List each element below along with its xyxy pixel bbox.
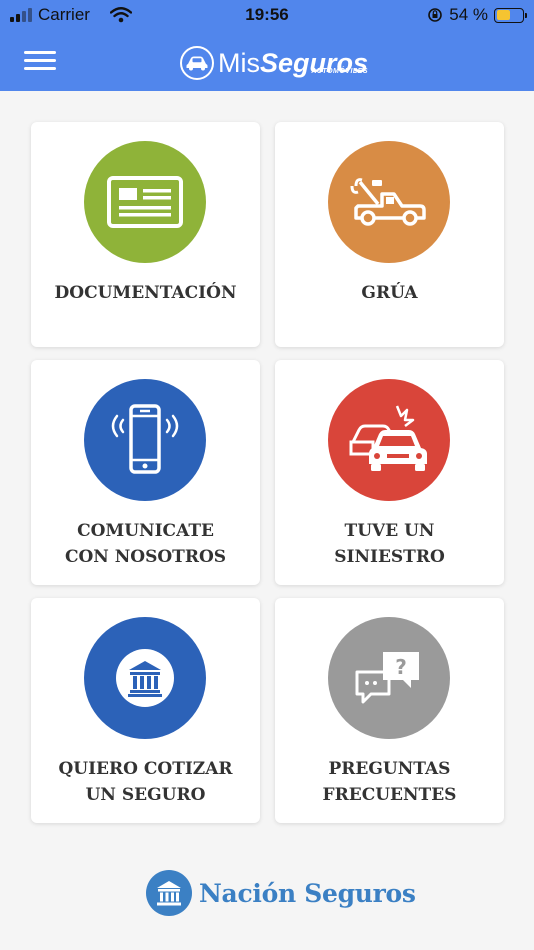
car-logo-icon: [180, 46, 214, 80]
battery-percent: 54 %: [449, 5, 488, 24]
car-crash-icon: [349, 405, 427, 471]
card-comunicate[interactable]: COMUNICATE CON NOSOTROS: [31, 360, 260, 585]
card-label: DOCUMENTACIÓN: [54, 283, 237, 303]
footer-brand-logo: Nación Seguros: [146, 870, 416, 916]
card-siniestro[interactable]: TUVE UN SINIESTRO: [275, 360, 504, 585]
card-icon-circle: [328, 379, 450, 501]
tow-truck-icon: [350, 178, 426, 226]
chat-question-icon: ?: [355, 652, 419, 704]
card-label: GRÚA: [361, 283, 418, 303]
logo-text: MisSeguros AUTOMÓVILES: [218, 48, 368, 78]
logo-mis: Mis: [218, 48, 260, 78]
bank-logo-icon: [146, 870, 192, 916]
card-grua[interactable]: GRÚA: [275, 122, 504, 347]
card-label: QUIERO COTIZAR UN SEGURO: [58, 759, 233, 805]
phone-icon: [111, 404, 179, 474]
card-cotizar[interactable]: QUIERO COTIZAR UN SEGURO: [31, 598, 260, 823]
hamburger-menu-icon[interactable]: [24, 51, 56, 71]
card-label: COMUNICATE CON NOSOTROS: [64, 521, 227, 567]
svg-text:?: ?: [395, 655, 407, 679]
card-icon-circle: [328, 141, 450, 263]
card-preguntas[interactable]: ? PREGUNTAS FRECUENTES: [275, 598, 504, 823]
logo-subtitle: AUTOMÓVILES: [311, 68, 369, 75]
card-documentacion[interactable]: DOCUMENTACIÓN: [31, 122, 260, 347]
orientation-lock-icon: [428, 8, 443, 22]
card-label: TUVE UN SINIESTRO: [334, 521, 445, 567]
battery-fill: [496, 10, 510, 20]
id-card-icon: [107, 176, 183, 228]
card-icon-circle: ?: [328, 617, 450, 739]
footer-brand-text: Nación Seguros: [199, 878, 416, 908]
battery-icon: [494, 7, 527, 23]
card-icon-circle: [84, 617, 206, 739]
status-bar: Carrier 19:56 54 %: [0, 0, 534, 32]
app-logo: MisSeguros AUTOMÓVILES: [180, 44, 368, 82]
app-header: MisSeguros AUTOMÓVILES: [0, 32, 534, 91]
card-icon-circle: [84, 379, 206, 501]
card-icon-circle: [84, 141, 206, 263]
card-label: PREGUNTAS FRECUENTES: [322, 759, 457, 805]
bank-icon: [116, 649, 174, 707]
